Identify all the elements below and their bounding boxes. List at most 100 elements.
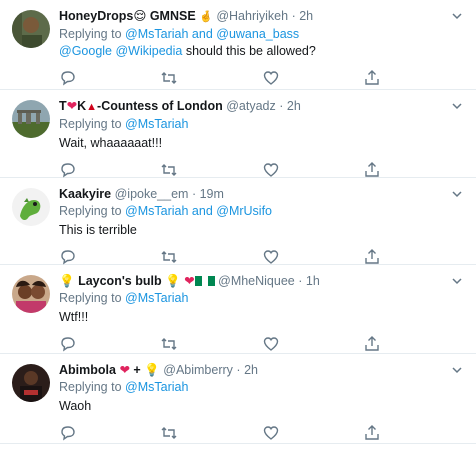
timestamp[interactable]: 1h	[306, 274, 320, 288]
more-options-icon[interactable]	[450, 99, 464, 113]
like-icon[interactable]	[262, 335, 363, 353]
mention-link[interactable]: @Wikipedia	[115, 44, 182, 58]
user-handle[interactable]: @Hahriyikeh	[216, 9, 288, 23]
display-name[interactable]: Kaakyire	[59, 187, 111, 201]
retweet-icon[interactable]	[160, 248, 261, 266]
replying-to: Replying to @MsTariah	[59, 116, 464, 133]
avatar[interactable]	[12, 100, 50, 138]
lightbulb-emoji: 💡	[59, 274, 75, 288]
tweet-header: Abimbola ❤ + 💡 @Abimberry · 2h	[59, 362, 464, 379]
tweet-body: should this be allowed?	[185, 44, 316, 58]
reply-icon[interactable]	[59, 248, 160, 266]
reply-feed: HoneyDrops😌 GMNSE 🤞 @Hahriyikeh · 2h Rep…	[0, 0, 476, 444]
replying-to-label: Replying to	[59, 380, 122, 394]
display-name[interactable]: Laycon's bulb	[78, 274, 162, 288]
heart-emoji: ❤	[119, 363, 130, 377]
tweet-actions	[59, 332, 464, 356]
heart-emoji: ❤	[184, 274, 195, 288]
mention-link[interactable]: @MrUsifo	[216, 204, 272, 218]
reply-tweet[interactable]: Kaakyire @ipoke__em · 19m Replying to @M…	[0, 178, 476, 265]
reply-icon[interactable]	[59, 69, 160, 87]
mention-link[interactable]: @MsTariah	[125, 117, 188, 131]
like-icon[interactable]	[262, 69, 363, 87]
share-icon[interactable]	[363, 248, 464, 266]
tweet-text: This is terrible	[59, 223, 137, 237]
separator-dot: ·	[279, 99, 284, 113]
replying-to: Replying to @MsTariah and @MrUsifo	[59, 203, 464, 220]
replying-to-label: Replying to	[59, 204, 122, 218]
more-options-icon[interactable]	[450, 187, 464, 201]
mention-link[interactable]: @MsTariah	[125, 380, 188, 394]
mention-link[interactable]: @uwana_bass	[216, 27, 299, 41]
replying-to: Replying to @MsTariah	[59, 379, 464, 396]
mention-link[interactable]: @MsTariah	[125, 27, 188, 41]
replying-to: Replying to @MsTariah and @uwana_bass	[59, 26, 464, 43]
reply-icon[interactable]	[59, 424, 160, 442]
santa-hat-emoji: ▲	[86, 101, 98, 113]
user-handle[interactable]: @MheNiquee	[218, 274, 295, 288]
reply-tweet[interactable]: 💡 Laycon's bulb 💡 ❤ @MheNiquee · 1h Repl…	[0, 265, 476, 354]
reply-tweet[interactable]: Abimbola ❤ + 💡 @Abimberry · 2h Replying …	[0, 354, 476, 444]
avatar[interactable]	[12, 10, 50, 48]
separator-dot: ·	[291, 9, 296, 23]
tweet-text: Wait, whaaaaaat!!!	[59, 136, 163, 150]
avatar[interactable]	[12, 188, 50, 226]
replying-to: Replying to @MsTariah	[59, 290, 464, 307]
share-icon[interactable]	[363, 161, 464, 179]
reply-tweet[interactable]: HoneyDrops😌 GMNSE 🤞 @Hahriyikeh · 2h Rep…	[0, 0, 476, 90]
share-icon[interactable]	[363, 335, 464, 353]
separator-dot: ·	[236, 363, 241, 377]
like-icon[interactable]	[262, 424, 363, 442]
heart-emoji: ❤	[66, 99, 78, 113]
user-handle[interactable]: @ipoke__em	[115, 187, 189, 201]
tweet-header: HoneyDrops😌 GMNSE 🤞 @Hahriyikeh · 2h	[59, 8, 464, 26]
replying-to-label: Replying to	[59, 27, 122, 41]
timestamp[interactable]: 19m	[200, 187, 224, 201]
separator-dot: ·	[191, 187, 197, 201]
reply-tweet[interactable]: T❤K▲-Countess of London @atyadz · 2h Rep…	[0, 90, 476, 178]
display-name-rest: -Countess of London	[97, 99, 223, 113]
retweet-icon[interactable]	[160, 69, 261, 87]
lightbulb-emoji: 💡	[165, 274, 181, 288]
more-options-icon[interactable]	[450, 9, 464, 23]
mention-link[interactable]: @MsTariah	[125, 291, 188, 305]
mention-link[interactable]: @Google	[59, 44, 112, 58]
replying-and[interactable]: and	[192, 27, 213, 41]
tweet-text: Wtf!!!	[59, 310, 89, 324]
user-handle[interactable]: @Abimberry	[163, 363, 233, 377]
more-options-icon[interactable]	[450, 363, 464, 377]
crossed-fingers-emoji: 🤞	[199, 11, 213, 23]
display-name-k: K	[77, 99, 87, 113]
share-icon[interactable]	[363, 424, 464, 442]
replying-to-label: Replying to	[59, 117, 122, 131]
tweet-header: Kaakyire @ipoke__em · 19m	[59, 186, 464, 203]
retweet-icon[interactable]	[160, 424, 261, 442]
separator-dot: ·	[298, 274, 303, 288]
timestamp[interactable]: 2h	[299, 9, 313, 23]
display-name[interactable]: Abimbola	[59, 363, 116, 377]
retweet-icon[interactable]	[160, 335, 261, 353]
avatar[interactable]	[12, 364, 50, 402]
like-icon[interactable]	[262, 161, 363, 179]
mention-link[interactable]: @MsTariah	[125, 204, 188, 218]
like-icon[interactable]	[262, 248, 363, 266]
lightbulb-emoji: 💡	[144, 363, 160, 377]
timestamp[interactable]: 2h	[287, 99, 301, 113]
retweet-icon[interactable]	[160, 161, 261, 179]
replying-to-label: Replying to	[59, 291, 122, 305]
avatar[interactable]	[12, 275, 50, 313]
timestamp[interactable]: 2h	[244, 363, 258, 377]
display-name-plus: +	[133, 363, 141, 377]
display-name[interactable]: T❤K▲-Countess of London	[59, 99, 223, 113]
replying-and[interactable]: and	[192, 204, 213, 218]
tweet-text: @Google @Wikipedia should this be allowe…	[59, 43, 464, 60]
reply-icon[interactable]	[59, 335, 160, 353]
display-name[interactable]: HoneyDrops😌 GMNSE	[59, 9, 196, 23]
display-name-t: T	[59, 99, 67, 113]
tweet-text: Waoh	[59, 399, 92, 413]
user-handle[interactable]: @atyadz	[226, 99, 276, 113]
nigeria-flag-icon	[194, 276, 215, 286]
share-icon[interactable]	[363, 69, 464, 87]
reply-icon[interactable]	[59, 161, 160, 179]
more-options-icon[interactable]	[450, 274, 464, 288]
